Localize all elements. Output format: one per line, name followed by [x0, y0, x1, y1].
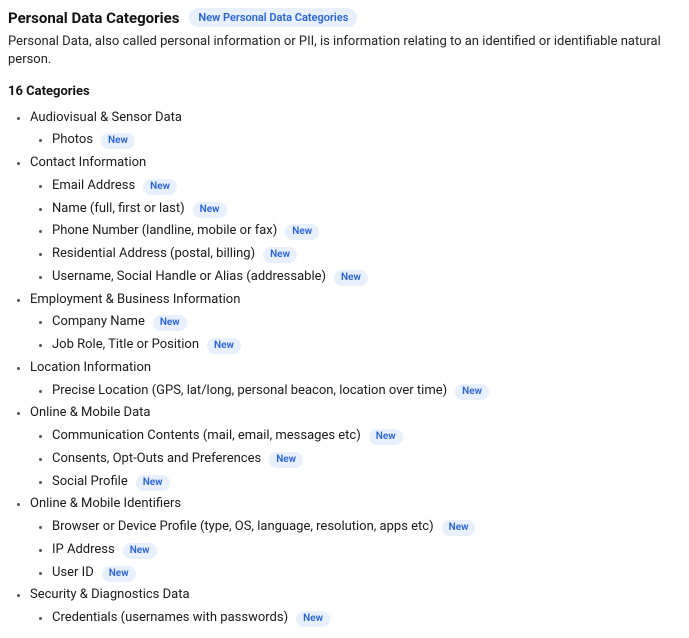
subcategory-label: Browser or Device Profile (type, OS, lan…: [52, 519, 434, 534]
category-label: Online & Mobile Data: [30, 405, 151, 420]
page-description: Personal Data, also called personal info…: [8, 33, 681, 69]
categories-tree: Audiovisual & Sensor Data Photos New Contac…: [8, 107, 681, 630]
page-title: Personal Data Categories: [8, 9, 179, 27]
subcategory-item: Browser or Device Profile (type, OS, lan…: [52, 516, 681, 539]
subcategory-item: Job Role, Title or Position New: [52, 334, 681, 357]
category-item: Audiovisual & Sensor Data Photos New: [30, 107, 681, 153]
subcategory-item: Communication Contents (mail, email, mes…: [52, 425, 681, 448]
subcategory-label: User ID: [52, 565, 94, 580]
subcategory-item: Phone Number (landline, mobile or fax) Ne…: [52, 220, 681, 243]
subcategory-label: Username, Social Handle or Alias (addres…: [52, 269, 326, 284]
subcategory-label: Phone Number (landline, mobile or fax): [52, 223, 277, 238]
new-badge: New: [193, 202, 227, 218]
category-label: Security & Diagnostics Data: [30, 587, 190, 602]
subcategory-item: Company Name New: [52, 311, 681, 334]
new-badge: New: [285, 224, 319, 240]
subcategory-item: Username, Social Handle or Alias (addres…: [52, 266, 681, 289]
new-badge: New: [334, 270, 368, 286]
subcategory-label: Consents, Opt-Outs and Preferences: [52, 451, 261, 466]
new-badge: New: [369, 429, 403, 445]
subcategory-label: Email Address: [52, 178, 135, 193]
subcategory-item: Credentials (usernames with passwords) Ne…: [52, 607, 681, 630]
subcategory-label: Credentials (usernames with passwords): [52, 610, 288, 625]
category-item: Online & Mobile Data Communication Conten…: [30, 402, 681, 493]
category-label: Contact Information: [30, 155, 146, 170]
subcategory-item: User ID New: [52, 562, 681, 585]
category-label: Employment & Business Information: [30, 292, 240, 307]
categories-count-heading: 16 Categories: [8, 84, 681, 99]
subcategory-label: Photos: [52, 132, 93, 147]
subcategory-item: Precise Location (GPS, lat/long, persona…: [52, 380, 681, 403]
subcategory-item: Name (full, first or last) New: [52, 198, 681, 221]
subcategory-label: Company Name: [52, 314, 145, 329]
subcategory-item: Photos New: [52, 129, 681, 152]
new-badge: New: [263, 247, 297, 263]
new-badge: New: [153, 315, 187, 331]
subcategory-label: Name (full, first or last): [52, 201, 185, 216]
new-badge: New: [442, 520, 476, 536]
new-badge: New: [136, 475, 170, 491]
category-item: Online & Mobile Identifiers Browser or De…: [30, 493, 681, 584]
subcategory-item: IP Address New: [52, 539, 681, 562]
new-badge: New: [143, 179, 177, 195]
new-badge: New: [101, 133, 135, 149]
new-badge: New: [102, 566, 136, 582]
subcategory-item: Consents, Opt-Outs and Preferences New: [52, 448, 681, 471]
subcategory-label: Precise Location (GPS, lat/long, persona…: [52, 383, 447, 398]
new-badge: New: [207, 338, 241, 354]
subcategory-item: Social Profile New: [52, 471, 681, 494]
new-badge: New: [123, 543, 157, 559]
subcategory-label: Communication Contents (mail, email, mes…: [52, 428, 361, 443]
category-item: Security & Diagnostics Data Credentials (…: [30, 584, 681, 630]
subcategory-label: Social Profile: [52, 474, 128, 489]
subcategory-label: Job Role, Title or Position: [52, 337, 199, 352]
category-item: Contact InformationEmail AddressNewName …: [30, 152, 681, 289]
category-label: Audiovisual & Sensor Data: [30, 110, 182, 125]
subcategory-label: Residential Address (postal, billing): [52, 246, 255, 261]
category-label: Location Information: [30, 360, 151, 375]
subcategory-label: IP Address: [52, 542, 115, 557]
category-label: Online & Mobile Identifiers: [30, 496, 181, 511]
new-badge: New: [455, 384, 489, 400]
subcategory-item: Residential Address (postal, billing) New: [52, 243, 681, 266]
category-item: Employment & Business Information Company…: [30, 289, 681, 357]
new-badge: New: [269, 452, 303, 468]
category-item: Location Information Precise Location (GP…: [30, 357, 681, 403]
subcategory-item: Email Address New: [52, 175, 681, 198]
new-category-button[interactable]: New Personal Data Categories: [189, 8, 357, 27]
new-badge: New: [296, 611, 330, 627]
